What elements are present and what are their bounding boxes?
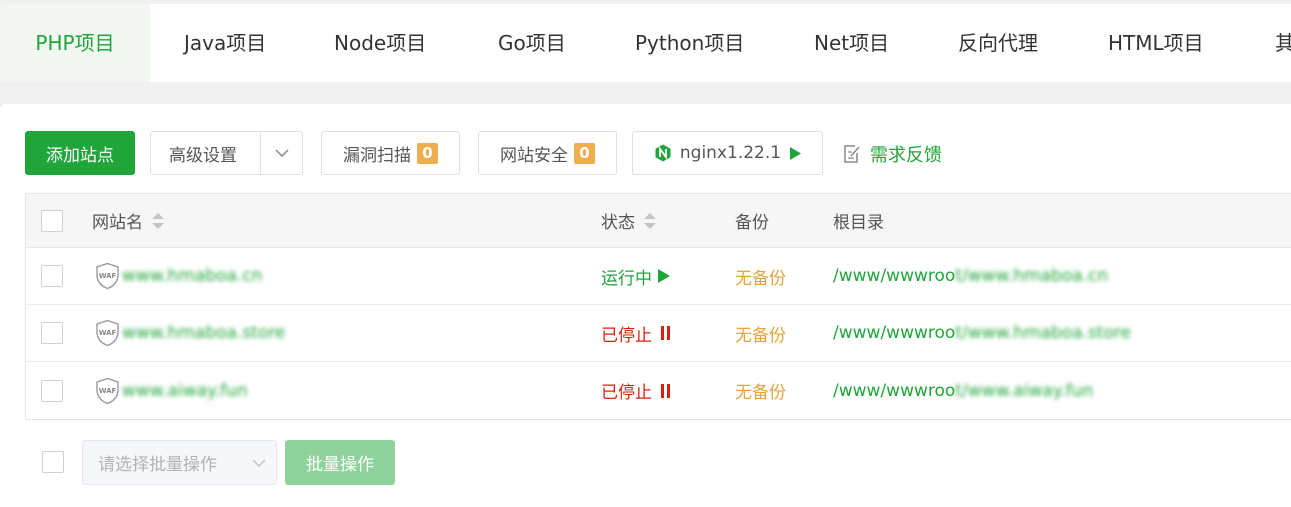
feedback-link[interactable]: 需求反馈 xyxy=(843,141,942,167)
tab-other[interactable]: 其 xyxy=(1275,4,1291,82)
advanced-settings-dropdown[interactable] xyxy=(260,131,302,175)
header-checkbox-cell xyxy=(41,194,63,247)
site-security-button[interactable]: 网站安全 0 xyxy=(478,131,617,175)
tab-python[interactable]: Python项目 xyxy=(635,4,744,82)
bulk-action-placeholder: 请选择批量操作 xyxy=(98,455,217,475)
header-root: 根目录 xyxy=(833,213,884,233)
vuln-scan-label: 漏洞扫描 xyxy=(343,145,411,166)
root-path-prefix: /www/wwwroo xyxy=(833,266,956,286)
vuln-count-badge: 0 xyxy=(417,142,438,164)
feedback-label: 需求反馈 xyxy=(870,145,942,166)
status-label: 已停止 xyxy=(601,383,652,403)
site-name-link[interactable]: www.aiway.fun xyxy=(122,381,248,401)
backup-link[interactable]: 无备份 xyxy=(735,248,786,304)
table-row: WAF www.hmaboa.cn 运行中 无备份 /www/wwwroo t/w… xyxy=(26,248,1291,305)
status-stopped[interactable]: 已停止 xyxy=(601,305,670,361)
site-name-link[interactable]: www.hmaboa.cn xyxy=(122,266,262,286)
site-table: 网站名 状态 备份 根目录 WAF www.hmaboa.cn 运行中 无备份 … xyxy=(25,193,1291,420)
tab-go[interactable]: Go项目 xyxy=(498,4,566,82)
status-stopped[interactable]: 已停止 xyxy=(601,362,670,419)
root-path-link[interactable]: /www/wwwroo t/www.hmaboa.store xyxy=(833,305,1131,361)
waf-shield-icon: WAF xyxy=(96,377,119,404)
sort-icon xyxy=(644,212,656,229)
root-path-prefix: /www/wwwroo xyxy=(833,380,956,401)
tab-java[interactable]: Java项目 xyxy=(184,4,266,82)
chevron-down-icon xyxy=(252,459,266,467)
root-path-suffix: t/www.hmaboa.store xyxy=(955,323,1132,343)
tab-net[interactable]: Net项目 xyxy=(814,4,889,82)
add-site-button[interactable]: 添加站点 xyxy=(25,131,135,175)
header-status-label: 状态 xyxy=(601,213,635,233)
waf-shield-icon: WAF xyxy=(96,319,119,347)
svg-text:WAF: WAF xyxy=(99,387,117,395)
row-checkbox[interactable] xyxy=(41,322,63,344)
vuln-scan-button[interactable]: 漏洞扫描 0 xyxy=(321,131,460,175)
table-row: WAF www.aiway.fun 已停止 无备份 /www/wwwroo t/w… xyxy=(26,362,1291,419)
root-path-link[interactable]: /www/wwwroo t/www.hmaboa.cn xyxy=(833,248,1108,304)
svg-text:WAF: WAF xyxy=(99,272,117,280)
header-name-label: 网站名 xyxy=(92,213,143,233)
bulk-action-button[interactable]: 批量操作 xyxy=(285,440,395,485)
chevron-down-icon xyxy=(274,149,289,157)
table-row: WAF www.hmaboa.store 已停止 无备份 /www/wwwroo… xyxy=(26,305,1291,362)
tab-reverse-proxy[interactable]: 反向代理 xyxy=(958,4,1038,82)
bulk-select-all-checkbox[interactable] xyxy=(42,451,64,473)
play-icon xyxy=(790,146,802,160)
tab-node[interactable]: Node项目 xyxy=(334,4,426,82)
nginx-icon xyxy=(655,144,671,162)
site-name-cell: WAF www.hmaboa.store xyxy=(95,305,285,361)
nginx-button[interactable]: nginx1.22.1 xyxy=(632,131,823,175)
site-name-cell: WAF www.hmaboa.cn xyxy=(95,248,262,304)
header-status[interactable]: 状态 xyxy=(601,194,657,247)
root-path-suffix: t/www.hmaboa.cn xyxy=(955,266,1109,286)
backup-link[interactable]: 无备份 xyxy=(735,305,786,361)
status-label: 运行中 xyxy=(601,268,652,289)
root-path-link[interactable]: /www/wwwroo t/www.aiway.fun xyxy=(833,362,1093,419)
site-panel: 添加站点 高级设置 漏洞扫描 0 网站安全 0 nginx1.22.1 需求反馈 xyxy=(0,104,1291,507)
nginx-version-label: nginx1.22.1 xyxy=(679,143,782,163)
site-name-cell: WAF www.aiway.fun xyxy=(95,362,248,419)
svg-text:WAF: WAF xyxy=(99,329,117,337)
site-security-label: 网站安全 xyxy=(500,145,568,166)
feedback-edit-icon xyxy=(844,145,860,163)
backup-link[interactable]: 无备份 xyxy=(735,362,786,419)
row-checkbox[interactable] xyxy=(41,379,63,402)
pause-icon xyxy=(659,383,670,398)
play-icon xyxy=(658,269,670,283)
advanced-settings-label: 高级设置 xyxy=(169,145,237,166)
sort-icon xyxy=(152,212,164,229)
tab-php[interactable]: PHP项目 xyxy=(0,4,150,82)
site-name-link[interactable]: www.hmaboa.store xyxy=(122,323,285,343)
project-tabs: PHP项目 Java项目 Node项目 Go项目 Python项目 Net项目 … xyxy=(0,4,1291,82)
select-all-checkbox[interactable] xyxy=(41,209,63,232)
root-path-prefix: /www/wwwroo xyxy=(833,323,956,343)
table-header: 网站名 状态 备份 根目录 xyxy=(26,194,1291,248)
status-label: 已停止 xyxy=(601,325,652,346)
pause-icon xyxy=(659,326,670,340)
bulk-action-select[interactable]: 请选择批量操作 xyxy=(82,440,277,485)
root-path-suffix: t/www.aiway.fun xyxy=(955,380,1094,401)
status-running[interactable]: 运行中 xyxy=(601,248,670,304)
tab-html[interactable]: HTML项目 xyxy=(1108,4,1204,82)
row-checkbox[interactable] xyxy=(41,265,63,287)
header-backup: 备份 xyxy=(735,213,769,233)
security-count-badge: 0 xyxy=(574,142,595,164)
waf-shield-icon: WAF xyxy=(96,262,119,290)
header-name[interactable]: 网站名 xyxy=(92,194,165,247)
